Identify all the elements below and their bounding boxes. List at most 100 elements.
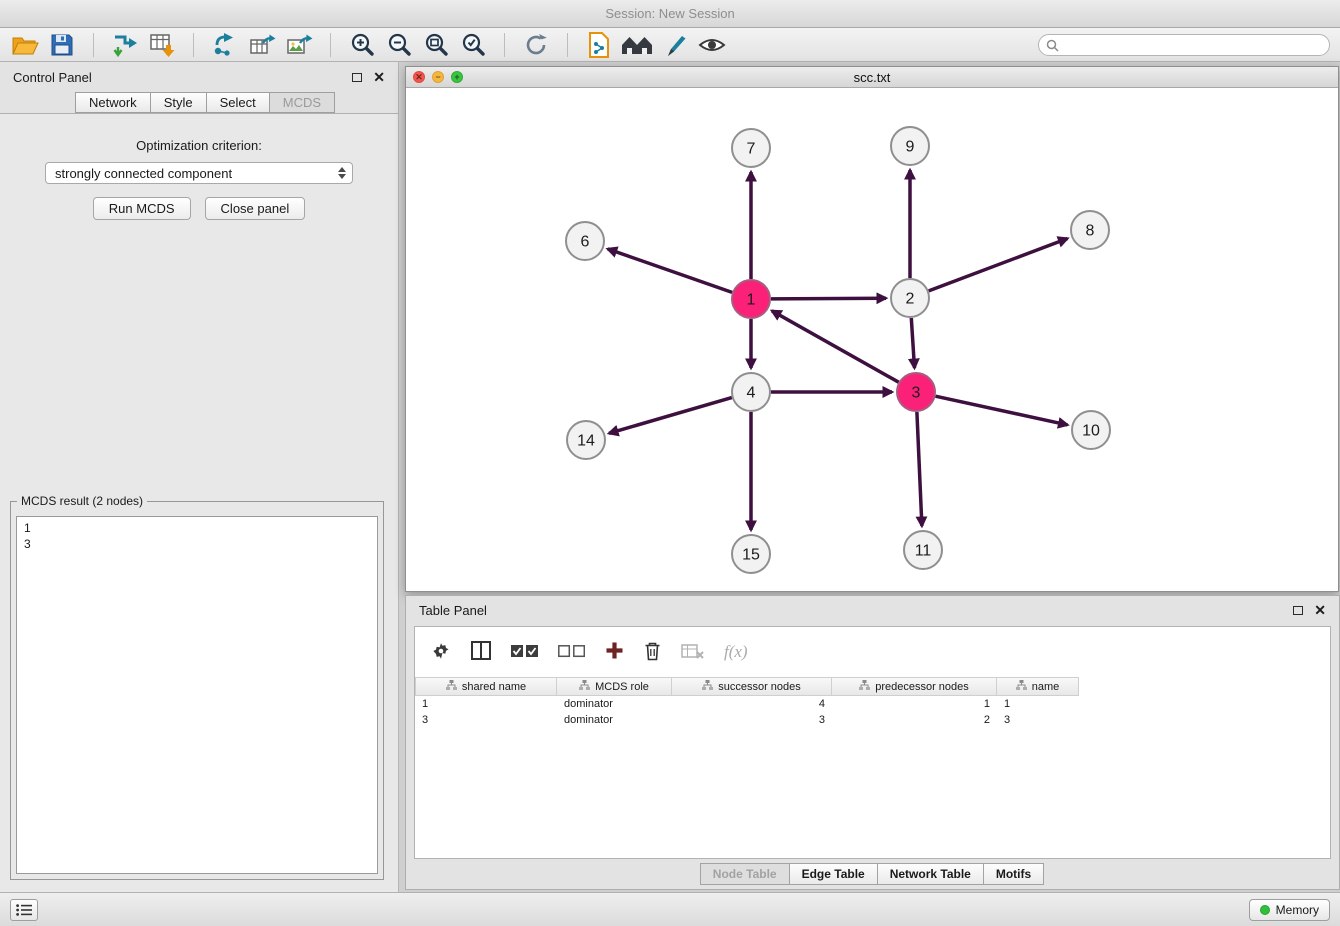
graph-node-10[interactable]: 10	[1072, 411, 1110, 449]
graph-edge-1-6[interactable]	[608, 249, 732, 293]
graph-node-2[interactable]: 2	[891, 279, 929, 317]
network-graph[interactable]: 7 9 6 8 1 2 4 3 14 10 15 11	[406, 89, 1338, 592]
tab-network[interactable]: Network	[75, 92, 151, 113]
sort-hierarchy-icon	[579, 680, 590, 693]
zoom-fit-button[interactable]	[421, 30, 451, 60]
graph-edge-3-10[interactable]	[936, 396, 1068, 425]
graph-node-4[interactable]: 4	[732, 373, 770, 411]
window-close-button[interactable]: ✕	[413, 71, 425, 83]
task-history-button[interactable]	[10, 899, 38, 921]
graph-node-7[interactable]: 7	[732, 129, 770, 167]
window-minimize-button[interactable]: −	[432, 71, 444, 83]
search-icon	[1046, 39, 1059, 52]
graph-edge-3-11[interactable]	[917, 412, 922, 526]
zoom-out-button[interactable]	[384, 30, 414, 60]
column-header-successor-nodes[interactable]: successor nodes	[672, 677, 832, 696]
tab-node-table[interactable]: Node Table	[700, 863, 790, 885]
mcds-result-line: 3	[24, 536, 370, 552]
graph-node-14[interactable]: 14	[567, 421, 605, 459]
delete-table-icon[interactable]	[681, 643, 704, 662]
toolbar-separator	[504, 33, 505, 57]
column-label: name	[1032, 681, 1060, 693]
control-panel: Control Panel ✕ NetworkStyleSelectMCDS O…	[0, 62, 399, 892]
window-zoom-button[interactable]: +	[451, 71, 463, 83]
zoom-in-button[interactable]	[347, 30, 377, 60]
first-neighbors-button[interactable]	[621, 30, 653, 60]
cell-successor-nodes: 4	[672, 696, 832, 712]
window-title: Session: New Session	[605, 6, 734, 21]
optimization-criterion-label: Optimization criterion:	[0, 138, 398, 153]
tab-style[interactable]: Style	[150, 92, 207, 113]
memory-label: Memory	[1276, 903, 1319, 917]
graph-node-1[interactable]: 1	[732, 280, 770, 318]
cell-name: 3	[997, 712, 1079, 728]
graph-node-8[interactable]: 8	[1071, 211, 1109, 249]
houses-icon	[621, 34, 653, 56]
import-table-icon	[149, 33, 175, 57]
column-label: successor nodes	[718, 681, 801, 693]
tab-network-table[interactable]: Network Table	[877, 863, 984, 885]
float-panel-button[interactable]	[352, 73, 362, 82]
graph-node-label: 7	[747, 141, 756, 158]
graph-edge-2-3[interactable]	[911, 318, 914, 368]
memory-status-icon	[1260, 905, 1270, 915]
column-header-name[interactable]: name	[997, 677, 1079, 696]
apply-style-button[interactable]	[584, 30, 614, 60]
column-header-predecessor-nodes[interactable]: predecessor nodes	[832, 677, 997, 696]
columns-icon[interactable]	[471, 641, 491, 663]
graph-node-label: 14	[577, 433, 595, 450]
graph-node-6[interactable]: 6	[566, 222, 604, 260]
export-image-button[interactable]	[284, 30, 314, 60]
mcds-result-list[interactable]: 13	[16, 516, 378, 874]
function-builder-icon[interactable]: f(x)	[724, 642, 748, 662]
annotation-brush-button[interactable]	[660, 30, 690, 60]
optimization-dropdown[interactable]: strongly connected component	[45, 162, 353, 184]
export-table-button[interactable]	[247, 30, 277, 60]
select-all-icon[interactable]	[511, 644, 538, 661]
tab-edge-table[interactable]: Edge Table	[789, 863, 878, 885]
graph-edge-3-1[interactable]	[772, 311, 899, 382]
graph-node-3[interactable]: 3	[897, 373, 935, 411]
gear-icon[interactable]	[431, 641, 451, 664]
graph-edge-4-14[interactable]	[609, 398, 732, 434]
table-row[interactable]: 1dominator411	[415, 696, 1330, 712]
float-table-panel-button[interactable]	[1293, 606, 1303, 615]
export-network-button[interactable]	[210, 30, 240, 60]
graph-node-11[interactable]: 11	[904, 531, 942, 569]
save-icon	[51, 34, 73, 56]
main-toolbar	[0, 28, 1340, 62]
network-canvas[interactable]: 7 9 6 8 1 2 4 3 14 10 15 11	[406, 89, 1338, 591]
graph-edge-2-8[interactable]	[929, 239, 1068, 291]
graph-node-9[interactable]: 9	[891, 127, 929, 165]
close-panel-button-bottom[interactable]: Close panel	[205, 197, 306, 220]
table-row[interactable]: 3dominator323	[415, 712, 1330, 728]
tab-select[interactable]: Select	[206, 92, 270, 113]
run-mcds-button[interactable]: Run MCDS	[93, 197, 191, 220]
tab-motifs[interactable]: Motifs	[983, 863, 1044, 885]
tab-mcds[interactable]: MCDS	[269, 92, 335, 113]
zoom-selected-button[interactable]	[458, 30, 488, 60]
column-header-shared-name[interactable]: shared name	[415, 677, 557, 696]
save-session-button[interactable]	[47, 30, 77, 60]
refresh-view-button[interactable]	[521, 30, 551, 60]
status-bar: Memory	[0, 892, 1340, 926]
search-input[interactable]	[1038, 34, 1330, 56]
show-hide-button[interactable]	[697, 30, 727, 60]
delete-row-icon[interactable]	[644, 641, 661, 664]
deselect-all-icon[interactable]	[558, 644, 585, 661]
close-table-panel-button[interactable]: ✕	[1314, 605, 1326, 615]
column-header-mcds-role[interactable]: MCDS role	[557, 677, 672, 696]
network-window-titlebar[interactable]: scc.txt ✕ − +	[406, 67, 1338, 88]
open-session-button[interactable]	[10, 30, 40, 60]
graph-edge-1-2[interactable]	[771, 298, 886, 299]
graph-node-15[interactable]: 15	[732, 535, 770, 573]
memory-button[interactable]: Memory	[1249, 899, 1330, 921]
add-row-icon[interactable]	[605, 641, 624, 663]
table-panel-header: Table Panel ✕	[406, 596, 1339, 624]
import-network-button[interactable]	[110, 30, 140, 60]
cell-predecessor-nodes: 2	[832, 712, 997, 728]
control-panel-title: Control Panel	[13, 70, 92, 85]
close-panel-button[interactable]: ✕	[373, 72, 385, 82]
mcds-result-line: 1	[24, 520, 370, 536]
import-table-button[interactable]	[147, 30, 177, 60]
